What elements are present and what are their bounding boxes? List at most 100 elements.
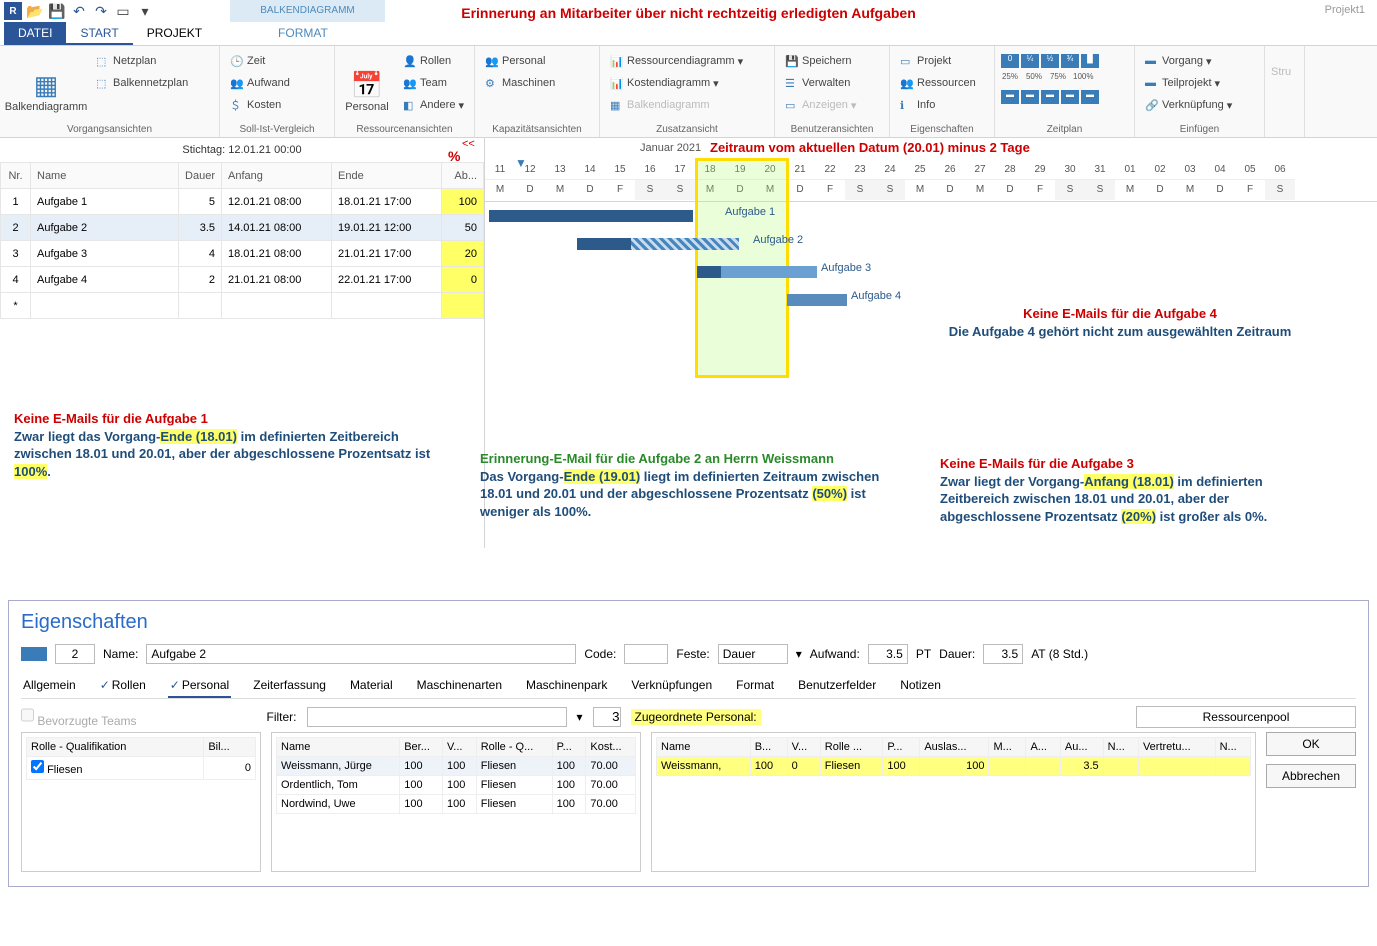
filter-input[interactable] — [307, 707, 567, 727]
aufwand-field[interactable] — [868, 644, 908, 664]
pool-box: NameBer...V...Rolle - Q...P...Kost... We… — [271, 732, 641, 872]
ok-button[interactable]: OK — [1266, 732, 1356, 756]
task-color-swatch[interactable] — [21, 647, 47, 661]
bevorzugte-checkbox — [21, 705, 34, 725]
qat-dropdown-icon[interactable]: ▾ — [136, 2, 154, 20]
kap-personal-button[interactable]: 👥Personal — [481, 50, 593, 72]
ribbon-tabs: DATEI START PROJEKT FORMAT — [0, 22, 1377, 46]
ptab-benutzerfelder[interactable]: Benutzerfelder — [796, 674, 878, 698]
kosten-button[interactable]: ＄Kosten — [226, 94, 328, 116]
gantt-label-a2: Aufgabe 2 — [753, 234, 803, 246]
task-row[interactable]: 1Aufgabe 1512.01.21 08:0018.01.21 17:001… — [1, 189, 484, 215]
balkendiagramm-button[interactable]: ▦Balkendiagramm — [6, 50, 86, 133]
personal-big-button[interactable]: 📅Personal — [341, 50, 393, 133]
ptab-material[interactable]: Material — [348, 674, 395, 698]
col-ende[interactable]: Ende — [332, 163, 442, 189]
collapse-icon[interactable]: << — [462, 138, 475, 150]
assigned-row[interactable]: Weissmann,1000Fliesen1001003.5 — [657, 757, 1251, 776]
gantt-bar-a1[interactable] — [489, 210, 693, 222]
ptab-personal[interactable]: Personal — [168, 674, 231, 698]
task-table: Nr. Name Dauer Anfang Ende Ab... 1Aufgab… — [0, 162, 484, 319]
task-row[interactable]: 2Aufgabe 23.514.01.21 08:0019.01.21 12:0… — [1, 215, 484, 241]
col-name[interactable]: Name — [31, 163, 179, 189]
pct-header: % — [448, 148, 460, 164]
ptab-notizen[interactable]: Notizen — [898, 674, 943, 698]
gantt-month: Januar 2021 — [640, 142, 701, 154]
pool-row[interactable]: Ordentlich, Tom100100Fliesen10070.00 — [277, 776, 636, 795]
anzeigen-button: ▭Anzeigen ▾ — [781, 94, 883, 116]
pool-row[interactable]: Nordwind, Uwe100100Fliesen10070.00 — [277, 795, 636, 814]
save-icon[interactable]: 💾 — [48, 2, 66, 20]
cancel-button[interactable]: Abbrechen — [1266, 764, 1356, 788]
col-anfang[interactable]: Anfang — [222, 163, 332, 189]
banner-title: Erinnerung an Mitarbeiter über nicht rec… — [461, 5, 916, 21]
gantt-label-a3: Aufgabe 3 — [821, 262, 871, 274]
chevron-down-icon[interactable]: ▾ — [577, 710, 583, 724]
progress-shortcuts[interactable]: 0¼½¾█ — [1001, 54, 1128, 68]
properties-tabs: Allgemein Rollen Personal Zeiterfassung … — [21, 674, 1356, 699]
tab-start[interactable]: START — [66, 22, 132, 45]
vorgang-button[interactable]: ▬Vorgang ▾ — [1141, 50, 1258, 72]
chevron-down-icon[interactable]: ▾ — [796, 647, 802, 661]
ptab-rollen[interactable]: Rollen — [98, 674, 148, 698]
gantt-bar-a4[interactable] — [787, 294, 847, 306]
task-name-field[interactable] — [146, 644, 576, 664]
zeit-button[interactable]: 🕒Zeit — [226, 50, 328, 72]
speichern-button[interactable]: 💾Speichern — [781, 50, 883, 72]
page-icon[interactable]: ▭ — [114, 2, 132, 20]
redo-icon[interactable]: ↷ — [92, 2, 110, 20]
annotation-a1: Keine E-Mails für die Aufgabe 1 Zwar lie… — [14, 410, 454, 480]
feste-select[interactable] — [718, 644, 788, 664]
role-checkbox[interactable] — [31, 760, 44, 773]
teilprojekt-button[interactable]: ▬Teilprojekt ▾ — [1141, 72, 1258, 94]
ptab-zeiterfassung[interactable]: Zeiterfassung — [251, 674, 328, 698]
properties-panel: Eigenschaften Name: Code: Feste: ▾ Aufwa… — [8, 600, 1369, 887]
dauer-field[interactable] — [983, 644, 1023, 664]
properties-title: Eigenschaften — [21, 611, 1356, 634]
open-icon[interactable]: 📂 — [26, 2, 44, 20]
verwalten-button[interactable]: ☰Verwalten — [781, 72, 883, 94]
team-button[interactable]: 👥Team — [399, 72, 468, 94]
role-row[interactable]: Fliesen0 — [27, 757, 256, 780]
tab-projekt[interactable]: PROJEKT — [133, 22, 216, 45]
undo-icon[interactable]: ↶ — [70, 2, 88, 20]
code-field[interactable] — [624, 644, 668, 664]
andere-button[interactable]: ◧Andere ▾ — [399, 94, 468, 116]
annotation-a4: Keine E-Mails für die Aufgabe 4 Die Aufg… — [940, 305, 1300, 340]
ptab-allgemein[interactable]: Allgemein — [21, 674, 78, 698]
ressourcenpool-button[interactable]: Ressourcenpool — [1136, 706, 1356, 728]
rollen-button[interactable]: 👤Rollen — [399, 50, 468, 72]
pool-row[interactable]: Weissmann, Jürge100100Fliesen10070.00 — [277, 757, 636, 776]
verknuepfung-button[interactable]: 🔗Verknüpfung ▾ — [1141, 94, 1258, 116]
ressourcendiagramm-button[interactable]: 📊Ressourcendiagramm ▾ — [606, 50, 768, 72]
annotation-a3: Keine E-Mails für die Aufgabe 3 Zwar lie… — [940, 455, 1300, 525]
ptab-maschinenpark[interactable]: Maschinenpark — [524, 674, 609, 698]
bar-style-shortcuts[interactable]: ▬▬▬▬▬ — [1001, 90, 1128, 104]
info-button[interactable]: ℹInfo — [896, 94, 988, 116]
task-id-field[interactable] — [55, 644, 95, 664]
task-row[interactable]: 4Aufgabe 4221.01.21 08:0022.01.21 17:000 — [1, 267, 484, 293]
col-pct[interactable]: Ab... — [442, 163, 484, 189]
ressourcen-button[interactable]: 👥Ressourcen — [896, 72, 988, 94]
ptab-maschinenarten[interactable]: Maschinenarten — [415, 674, 504, 698]
projekt-button[interactable]: ▭Projekt — [896, 50, 988, 72]
ptab-verknuepfungen[interactable]: Verknüpfungen — [629, 674, 714, 698]
task-table-pane: Stichtag: 12.01.21 00:00 << % Nr. Name D… — [0, 138, 485, 548]
netzplan-button[interactable]: ⬚Netzplan — [92, 50, 192, 72]
filter-num[interactable] — [593, 707, 621, 727]
tab-datei[interactable]: DATEI — [4, 22, 66, 45]
stichtag-label: Stichtag: 12.01.21 00:00 — [0, 138, 484, 162]
kostendiagramm-button[interactable]: 📊Kostendiagramm ▾ — [606, 72, 768, 94]
aufwand-button[interactable]: 👥Aufwand — [226, 72, 328, 94]
contextual-tab-header: BALKENDIAGRAMM — [230, 0, 385, 22]
col-dauer[interactable]: Dauer — [179, 163, 222, 189]
balkennetzplan-button[interactable]: ⬚Balkennetzplan — [92, 72, 192, 94]
col-nr[interactable]: Nr. — [1, 163, 31, 189]
gantt-bar-a3[interactable] — [697, 266, 817, 278]
kap-maschinen-button[interactable]: ⚙Maschinen — [481, 72, 593, 94]
zusatz-balken-button: ▦Balkendiagramm — [606, 94, 768, 116]
ptab-format[interactable]: Format — [734, 674, 776, 698]
annotation-a2: Erinnerung-E-Mail für die Aufgabe 2 an H… — [480, 450, 900, 520]
task-row[interactable]: 3Aufgabe 3418.01.21 08:0021.01.21 17:002… — [1, 241, 484, 267]
tab-format[interactable]: FORMAT — [264, 22, 342, 45]
